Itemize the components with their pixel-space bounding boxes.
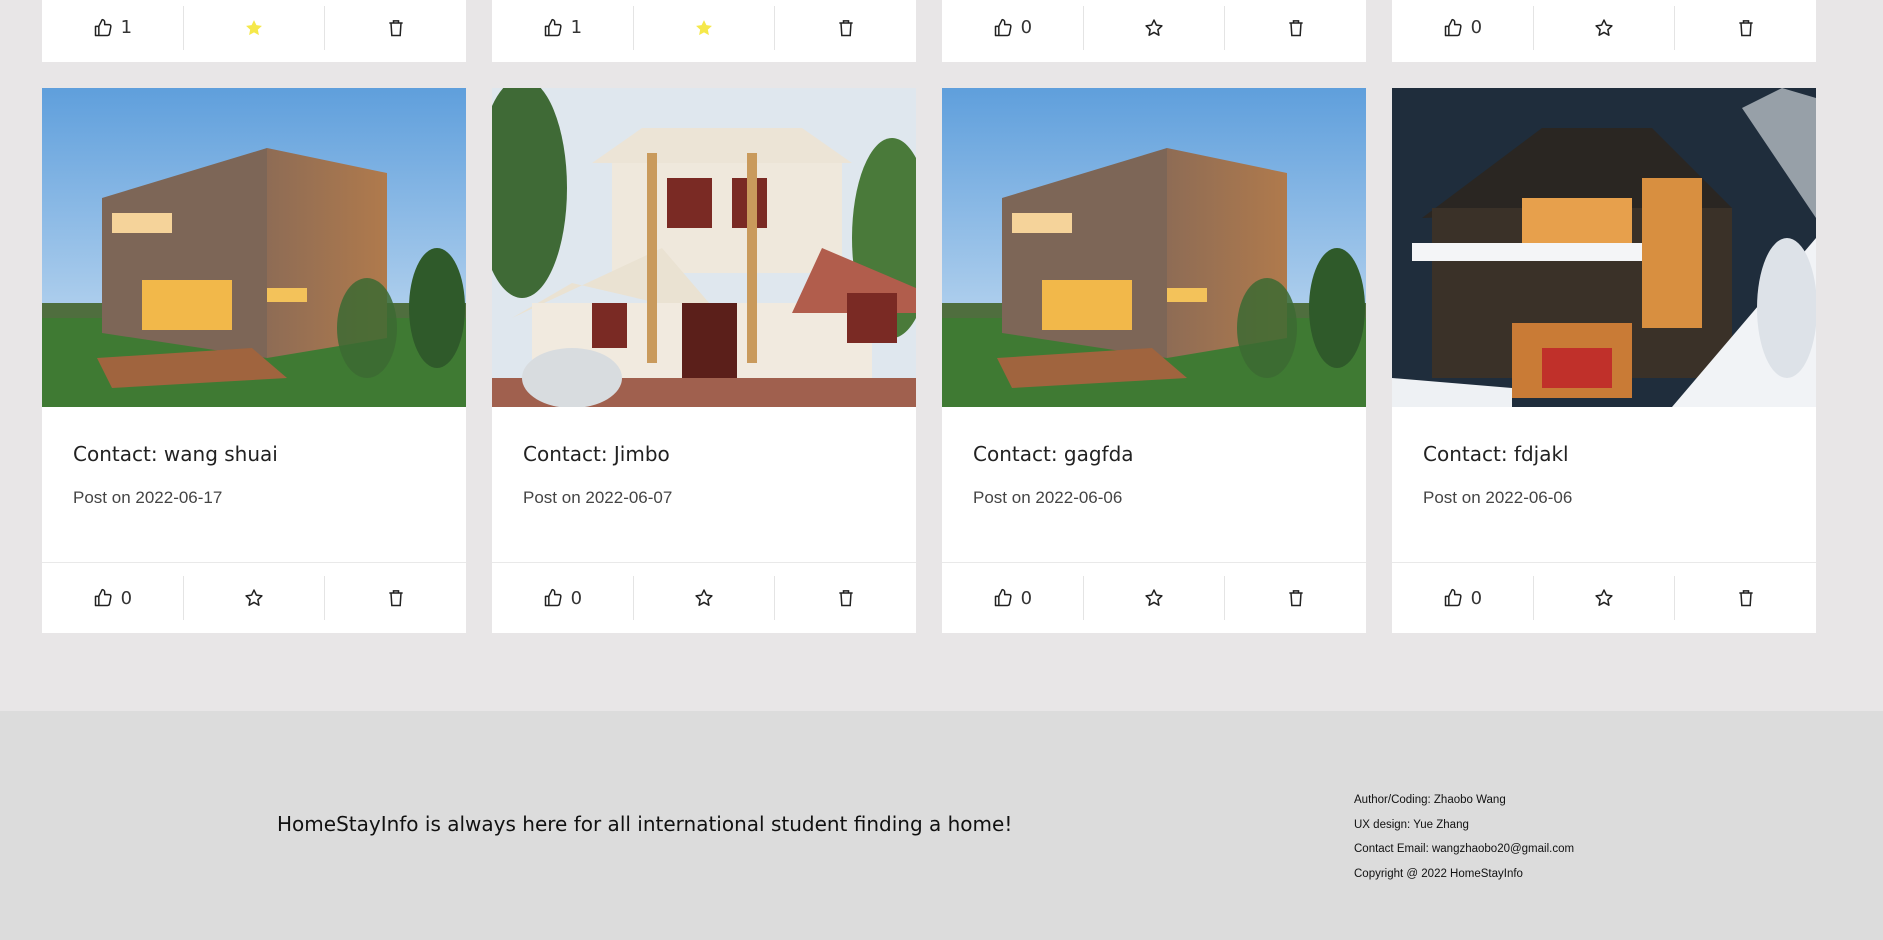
delete-button[interactable] [1224,576,1366,620]
trash-icon [389,590,403,607]
like-button[interactable]: 1 [42,6,183,50]
star-outline-icon [1145,589,1163,606]
like-count: 0 [570,587,583,609]
favorite-button[interactable] [1532,5,1675,50]
like-button[interactable]: 0 [942,6,1083,50]
like-button[interactable]: 0 [942,576,1083,620]
star-outline-icon [1595,18,1613,36]
house-photo[interactable] [942,88,1366,407]
ux-credit: UX design: Yue Zhang [1354,818,1469,831]
post-date: Post on 2022-06-06 [1423,488,1573,507]
card-actions: 0 [942,563,1366,633]
star-filled-icon [696,19,712,35]
house-photo[interactable] [42,88,466,407]
listing-card: Contact: Jimbo Post on 2022-06-07 0 [492,88,916,633]
listing-card: 0 [1392,0,1816,62]
trash-icon [389,19,403,36]
house-photo[interactable] [492,88,916,407]
favorite-button[interactable] [182,576,325,620]
footer-tagline: HomeStayInfo is always here for all inte… [277,812,1013,836]
favorite-button[interactable] [1082,5,1225,50]
like-count: 0 [1020,17,1033,38]
listing-card: 0 [942,0,1366,62]
listing-card: 1 [492,0,916,62]
card-actions: 0 [1392,563,1816,633]
listing-card: Contact: gagfda Post on 2022-06-06 0 [942,88,1366,633]
like-button[interactable]: 1 [492,6,633,50]
favorite-button[interactable] [632,5,775,50]
card-body: Contact: fdjakl Post on 2022-06-06 [1392,407,1816,563]
favorite-button[interactable] [1082,576,1225,620]
thumbs-up-icon [994,18,1012,36]
post-date: Post on 2022-06-17 [73,488,223,507]
like-count: 1 [120,17,133,38]
trash-icon [1739,19,1753,36]
delete-button[interactable] [1674,5,1816,50]
copyright: Copyright @ 2022 HomeStayInfo [1354,867,1523,880]
trash-icon [839,590,853,607]
favorite-button[interactable] [1532,576,1675,620]
thumbs-up-icon [544,18,562,36]
delete-button[interactable] [324,576,466,620]
thumbs-up-icon [94,18,112,36]
listing-card: Contact: wang shuai Post on 2022-06-17 0 [42,88,466,633]
delete-button[interactable] [1674,576,1816,620]
card-body: Contact: wang shuai Post on 2022-06-17 [42,407,466,563]
card-actions: 0 [1392,0,1816,55]
footer-credits: Author/Coding: Zhaobo Wang UX design: Yu… [1354,788,1574,886]
favorite-button[interactable] [632,576,775,620]
delete-button[interactable] [774,5,916,50]
delete-button[interactable] [1224,5,1366,50]
like-button[interactable]: 0 [42,576,183,620]
like-count: 1 [570,17,583,38]
like-count: 0 [1470,17,1483,38]
like-count: 0 [120,587,133,609]
star-filled-icon [246,19,262,35]
like-count: 0 [1470,587,1483,609]
thumbs-up-icon [994,588,1012,607]
card-body: Contact: Jimbo Post on 2022-06-07 [492,407,916,563]
contact-name: Contact: gagfda [973,442,1134,466]
thumbs-up-icon [1444,588,1462,607]
card-actions: 0 [492,563,916,633]
favorite-button[interactable] [182,5,325,50]
listing-card: 1 [42,0,466,62]
house-photo[interactable] [1392,88,1816,407]
trash-icon [839,19,853,36]
listing-card: Contact: fdjakl Post on 2022-06-06 0 [1392,88,1816,633]
contact-name: Contact: fdjakl [1423,442,1569,466]
thumbs-up-icon [1444,18,1462,36]
like-count: 0 [1020,587,1033,609]
post-date: Post on 2022-06-07 [523,488,673,507]
like-button[interactable]: 0 [1392,6,1533,50]
card-actions: 1 [492,0,916,55]
contact-email[interactable]: Contact Email: wangzhaobo20@gmail.com [1354,837,1574,862]
contact-name: Contact: wang shuai [73,442,278,466]
delete-button[interactable] [774,576,916,620]
trash-icon [1289,590,1303,607]
delete-button[interactable] [324,5,466,50]
thumbs-up-icon [544,588,562,607]
author-credit: Author/Coding: Zhaobo Wang [1354,794,1506,806]
trash-icon [1739,590,1753,607]
star-outline-icon [1145,18,1163,36]
trash-icon [1289,19,1303,36]
like-button[interactable]: 0 [1392,576,1533,620]
card-actions: 0 [942,0,1366,55]
post-date: Post on 2022-06-06 [973,488,1123,507]
site-footer: HomeStayInfo is always here for all inte… [0,711,1883,940]
card-actions: 0 [42,563,466,633]
card-actions: 1 [42,0,466,55]
star-outline-icon [1595,589,1613,606]
star-outline-icon [695,589,713,606]
contact-name: Contact: Jimbo [523,442,670,466]
star-outline-icon [245,589,263,606]
card-body: Contact: gagfda Post on 2022-06-06 [942,407,1366,563]
thumbs-up-icon [94,588,112,607]
like-button[interactable]: 0 [492,576,633,620]
